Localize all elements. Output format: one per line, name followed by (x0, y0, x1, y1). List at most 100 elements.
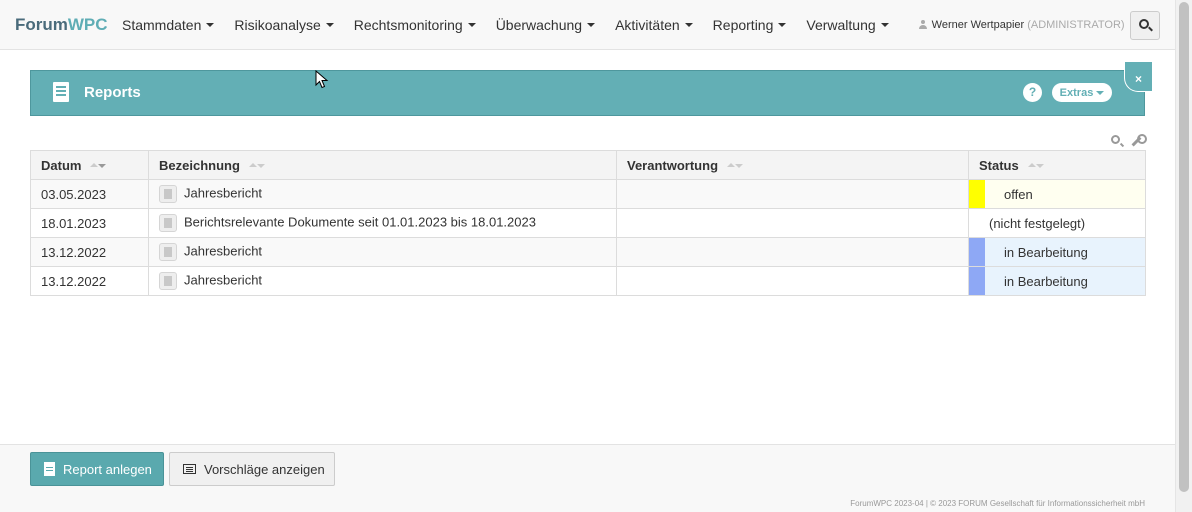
cell-bezeichnung: Berichtsrelevante Dokumente seit 01.01.2… (148, 208, 617, 238)
column-header-bezeichnung[interactable]: Bezeichnung (148, 150, 617, 180)
top-navbar: ForumWPC Stammdaten Risikoanalyse Rechts… (0, 0, 1175, 50)
nav-label: Aktivitäten (615, 16, 680, 33)
nav-aktivitaeten[interactable]: Aktivitäten (605, 17, 703, 33)
extras-label: Extras (1059, 86, 1094, 99)
cell-datum: 13.12.2022 (30, 266, 149, 296)
cell-status: (nicht festgelegt) (968, 208, 1146, 238)
cell-datum: 18.01.2023 (30, 208, 149, 238)
reports-panel-header: Reports ? Extras × (30, 62, 1152, 116)
table-row[interactable]: 13.12.2022 Jahresbericht in Bearbeitung (30, 266, 1146, 296)
nav-label: Risikoanalyse (234, 16, 321, 33)
status-text: in Bearbeitung (1004, 244, 1088, 260)
user-menu[interactable]: Werner Wertpapier (ADMINISTRATOR) (918, 18, 1138, 31)
bezeichnung-text: Jahresbericht (184, 185, 263, 201)
panel-title: Reports (84, 84, 141, 101)
cell-verantwortung (616, 179, 969, 209)
table-tools (1110, 134, 1147, 148)
column-label: Bezeichnung (159, 157, 240, 173)
table-header-row: Datum Bezeichnung Verantwortung Status (30, 150, 1146, 180)
status-text: offen (1004, 186, 1033, 202)
sort-icon (727, 162, 745, 170)
app-brand[interactable]: ForumWPC (0, 15, 112, 35)
nav-reporting[interactable]: Reporting (703, 17, 797, 33)
caret-down-icon (325, 22, 334, 27)
nav-label: Rechtsmonitoring (353, 16, 463, 33)
extras-dropdown-button[interactable]: Extras (1052, 83, 1112, 102)
close-button[interactable]: × (1124, 62, 1152, 92)
bezeichnung-text: Jahresbericht (184, 272, 263, 288)
reports-table: Datum Bezeichnung Verantwortung Status 0… (30, 150, 1146, 296)
column-header-datum[interactable]: Datum (30, 150, 149, 180)
user-role: (ADMINISTRATOR) (1027, 18, 1125, 31)
nav-label: Verwaltung (806, 16, 876, 33)
document-icon (159, 243, 177, 261)
report-anlegen-button[interactable]: Report anlegen (30, 452, 164, 486)
nav-label: Stammdaten (122, 16, 202, 33)
status-color-bar (969, 180, 985, 208)
vorschlaege-anzeigen-button[interactable]: Vorschläge anzeigen (169, 452, 335, 486)
copyright-text: ForumWPC 2023-04 | © 2023 FORUM Gesellsc… (850, 499, 1145, 508)
cell-datum: 03.05.2023 (30, 179, 149, 209)
caret-down-icon (880, 22, 889, 27)
table-search-icon[interactable] (1111, 135, 1120, 144)
scrollbar-thumb[interactable] (1179, 2, 1189, 492)
caret-down-icon (778, 22, 787, 27)
help-button[interactable]: ? (1023, 83, 1042, 102)
user-name: Werner Wertpapier (931, 18, 1025, 31)
status-color-bar (969, 267, 985, 295)
nav-ueberwachung[interactable]: Überwachung (486, 17, 605, 33)
cell-status: offen (968, 179, 1146, 209)
table-row[interactable]: 13.12.2022 Jahresbericht in Bearbeitung (30, 237, 1146, 267)
page-scrollbar[interactable] (1175, 0, 1192, 512)
nav-label: Überwachung (495, 16, 583, 33)
button-label: Vorschläge anzeigen (204, 461, 325, 477)
nav-rechtsmonitoring[interactable]: Rechtsmonitoring (344, 17, 486, 33)
bezeichnung-text: Jahresbericht (184, 243, 263, 259)
caret-down-icon (467, 22, 476, 27)
sort-icon (90, 162, 108, 170)
column-header-status[interactable]: Status (968, 150, 1146, 180)
column-label: Verantwortung (627, 157, 719, 173)
brand-text-part2: WPC (67, 14, 108, 34)
caret-down-icon (206, 22, 215, 27)
brand-text-part1: Forum (15, 14, 68, 34)
cell-bezeichnung: Jahresbericht (148, 266, 617, 296)
button-label: Report anlegen (63, 461, 152, 477)
nav-label: Reporting (712, 16, 774, 33)
document-icon (159, 214, 177, 232)
caret-down-icon (1096, 90, 1105, 95)
column-header-verantwortung[interactable]: Verantwortung (616, 150, 969, 180)
cell-verantwortung (616, 266, 969, 296)
document-icon (53, 82, 69, 102)
table-row[interactable]: 03.05.2023 Jahresbericht offen (30, 179, 1146, 209)
sort-icon (1027, 162, 1046, 170)
global-search-button[interactable] (1130, 11, 1160, 40)
sort-icon (248, 162, 267, 170)
nav-stammdaten[interactable]: Stammdaten (112, 17, 224, 33)
nav-risikoanalyse[interactable]: Risikoanalyse (224, 17, 343, 33)
list-icon (183, 464, 196, 474)
cell-verantwortung (616, 237, 969, 267)
new-document-icon (44, 462, 55, 476)
cell-bezeichnung: Jahresbericht (148, 237, 617, 267)
status-text: (nicht festgelegt) (989, 215, 1086, 231)
cell-status: in Bearbeitung (968, 266, 1146, 296)
wrench-icon[interactable] (1131, 134, 1147, 148)
footer-bar: Report anlegen Vorschläge anzeigen Forum… (0, 444, 1175, 512)
caret-down-icon (587, 22, 596, 27)
caret-down-icon (684, 22, 693, 27)
mouse-cursor-icon (315, 70, 329, 89)
cell-datum: 13.12.2022 (30, 237, 149, 267)
document-icon (159, 272, 177, 290)
status-text: in Bearbeitung (1004, 273, 1088, 289)
column-label: Status (979, 157, 1019, 173)
bezeichnung-text: Berichtsrelevante Dokumente seit 01.01.2… (184, 214, 536, 230)
cell-bezeichnung: Jahresbericht (148, 179, 617, 209)
status-color-bar (969, 238, 985, 266)
cell-status: in Bearbeitung (968, 237, 1146, 267)
nav-verwaltung[interactable]: Verwaltung (796, 17, 898, 33)
column-label: Datum (41, 157, 82, 173)
document-icon (159, 185, 177, 203)
table-row[interactable]: 18.01.2023 Berichtsrelevante Dokumente s… (30, 208, 1146, 238)
user-icon (918, 20, 927, 29)
